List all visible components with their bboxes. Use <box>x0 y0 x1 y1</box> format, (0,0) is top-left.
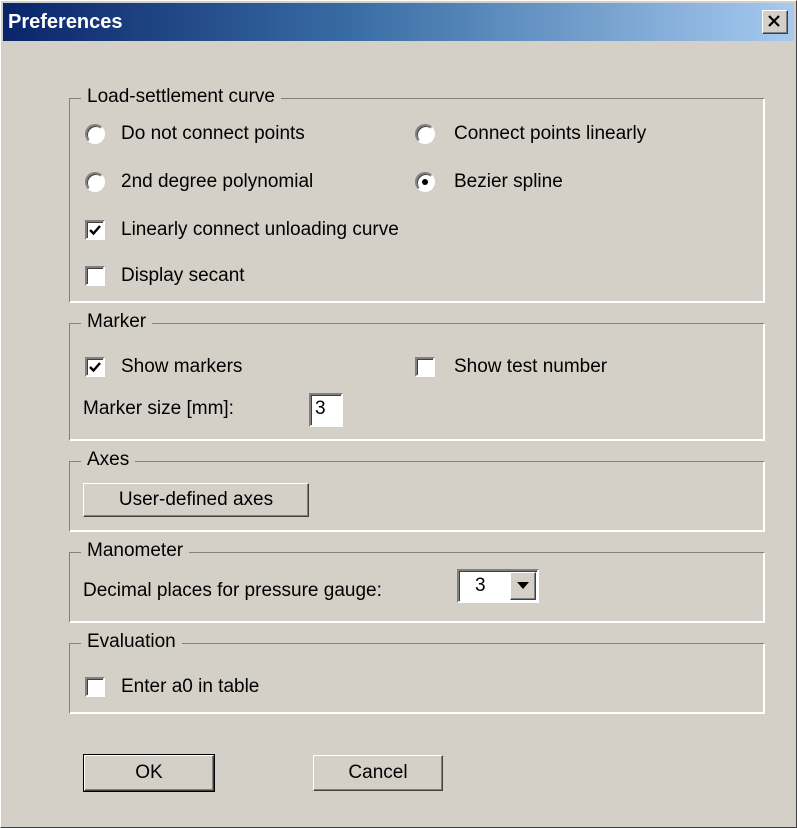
show-test-number-label[interactable]: Show test number <box>454 356 607 378</box>
unloading-curve-label[interactable]: Linearly connect unloading curve <box>121 219 399 241</box>
axes-group: Axes User-defined axes <box>69 449 764 531</box>
group-title: Marker <box>81 311 153 333</box>
marker-size-input[interactable]: 3 <box>309 393 343 427</box>
show-markers-label[interactable]: Show markers <box>121 356 242 378</box>
check-mark-icon <box>89 362 101 373</box>
marker-size-label: Marker size [mm]: <box>83 398 234 419</box>
window-title: Preferences <box>8 11 123 33</box>
evaluation-group: Evaluation Enter a0 in table <box>69 631 764 713</box>
polynomial-label[interactable]: 2nd degree polynomial <box>121 171 313 193</box>
check-mark-icon <box>89 225 101 236</box>
user-defined-axes-button[interactable]: User-defined axes <box>83 483 309 517</box>
unloading-curve-checkbox[interactable] <box>85 220 105 240</box>
decimal-places-value: 3 <box>475 575 486 596</box>
display-secant-label[interactable]: Display secant <box>121 265 245 287</box>
group-title: Manometer <box>81 540 190 562</box>
manometer-group: Manometer Decimal places for pressure ga… <box>69 540 764 622</box>
decimal-places-dropdown[interactable]: 3 <box>457 569 539 603</box>
marker-group: Marker Show markers Show test number Mar… <box>69 311 764 440</box>
bezier-spline-label[interactable]: Bezier spline <box>454 171 563 193</box>
connect-linearly-label[interactable]: Connect points linearly <box>454 123 646 145</box>
polynomial-radio[interactable] <box>85 172 105 192</box>
radio-selected-dot <box>422 179 428 185</box>
decimal-places-label: Decimal places for pressure gauge: <box>83 580 382 601</box>
close-button[interactable] <box>762 10 788 34</box>
group-title: Evaluation <box>81 631 182 653</box>
display-secant-checkbox[interactable] <box>85 266 105 286</box>
ok-button[interactable]: OK <box>83 754 215 792</box>
show-markers-checkbox[interactable] <box>85 357 105 377</box>
show-test-number-checkbox[interactable] <box>415 357 435 377</box>
do-not-connect-radio[interactable] <box>85 124 105 144</box>
chevron-down-icon <box>517 582 529 589</box>
cancel-button[interactable]: Cancel <box>313 755 443 791</box>
connect-linearly-radio[interactable] <box>415 124 435 144</box>
load-settlement-curve-group: Load-settlement curve Do not connect poi… <box>69 86 764 302</box>
enter-a0-label[interactable]: Enter a0 in table <box>121 676 259 698</box>
group-title: Axes <box>81 449 136 471</box>
bezier-spline-radio[interactable] <box>415 172 435 192</box>
group-title: Load-settlement curve <box>81 86 281 108</box>
dropdown-button[interactable] <box>510 572 536 600</box>
title-bar[interactable]: Preferences <box>3 3 794 41</box>
preferences-dialog: Preferences Load-settlement curve Do not… <box>0 0 797 828</box>
close-icon <box>768 15 780 27</box>
do-not-connect-label[interactable]: Do not connect points <box>121 123 305 145</box>
enter-a0-checkbox[interactable] <box>85 677 105 697</box>
